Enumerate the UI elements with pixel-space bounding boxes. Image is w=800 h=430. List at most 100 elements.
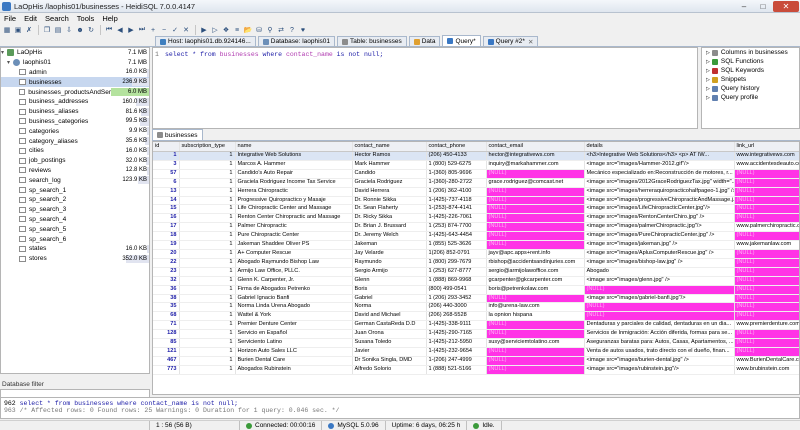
cell-details[interactable]: <image src="images/burien-dental.jpg" /> (584, 356, 735, 366)
column-header-id[interactable]: id (153, 142, 180, 152)
cell-contact-phone[interactable]: (800) 499-0541 (426, 285, 487, 295)
cell-contact-name[interactable]: Dr. Jeremy Welch (352, 231, 427, 242)
cell-details[interactable]: <image src="images/AplusComputerRescue.j… (584, 249, 735, 259)
cell-name[interactable]: Palmer Chiropractic (235, 222, 353, 233)
cell-contact-email[interactable]: grace.rodriguez@comcast.net (486, 178, 585, 188)
refresh-icon[interactable]: ↻ (86, 25, 96, 35)
cell-name[interactable]: Abogados Rubinstein (235, 365, 353, 375)
export-icon[interactable]: ⇩ (64, 25, 74, 35)
run-query-icon[interactable]: ▶ (199, 25, 209, 35)
database-tree[interactable]: ▾ LaOpHis 7.1 MB ▾ laophis01 7.1 MB admi… (0, 47, 150, 374)
close-tab-icon[interactable]: ✕ (528, 38, 533, 46)
cell-id[interactable]: 32 (153, 276, 180, 286)
explain-icon[interactable]: ❖ (221, 25, 231, 35)
cell-contact-phone[interactable]: 1-(425)-226-7061 (426, 213, 487, 224)
tab-query[interactable]: Query* (442, 35, 481, 46)
cell-contact-email[interactable]: (NULL) (486, 356, 585, 366)
cell-subscription-type[interactable]: 1 (179, 222, 236, 233)
cell-contact-phone[interactable]: 1-(206) 247-4999 (426, 356, 487, 366)
cell-contact-phone[interactable]: 1-(425)-338-9111 (426, 320, 487, 331)
table-row[interactable]: 57 1 Candido's Auto Repair Candido 1-(360) 8… (153, 169, 799, 179)
cell-subscription-type[interactable]: 1 (179, 267, 236, 277)
post-icon[interactable]: ✓ (170, 25, 180, 35)
table-row[interactable]: 71 1 Premier Denture Center German CastaRed… (153, 320, 799, 331)
cell-name[interactable]: Integrative Web Solutions (235, 151, 353, 161)
cell-details[interactable]: <image src="images/Hammer-2012.gif"/> (584, 160, 735, 170)
tree-table-8[interactable]: cities 16.0 KB (1, 146, 149, 156)
cell-contact-email[interactable]: gcarpenter@gkcarpenter.com (486, 276, 585, 286)
cell-contact-email[interactable]: info@urena-law.com (486, 302, 585, 313)
cell-contact-name[interactable]: Alfredo Solorio (352, 365, 427, 375)
cell-contact-name[interactable]: Candido (352, 169, 427, 179)
last-icon[interactable]: ⏭ (137, 25, 147, 35)
cell-id[interactable]: 68 (153, 311, 180, 322)
cell-link-url[interactable]: (NULL) (734, 258, 799, 268)
table-row[interactable]: 36 1 Firma de Abogados Petrenko Boris (800) … (153, 285, 799, 295)
tree-table-11[interactable]: search_log 123.9 KB (1, 175, 149, 185)
table-row[interactable]: 16 1 Renton Center Chiropractic and Massag… (153, 213, 799, 224)
expand-icon[interactable]: ▷ (706, 50, 710, 56)
cell-name[interactable]: Firma de Abogados Petrenko (235, 285, 353, 295)
cell-subscription-type[interactable]: 1 (179, 178, 236, 188)
cell-contact-name[interactable]: Sergio Armijo (352, 267, 427, 277)
expand-icon[interactable]: ▷ (706, 59, 710, 65)
cell-name[interactable]: Gabriel Ignacio Banfi (235, 294, 353, 304)
cell-name[interactable]: Candido's Auto Repair (235, 169, 353, 179)
cell-id[interactable]: 71 (153, 320, 180, 331)
cell-contact-phone[interactable]: 1-(425)-643-4454 (426, 231, 487, 242)
delete-row-icon[interactable]: − (159, 25, 169, 35)
table-row[interactable]: 3 1 Marcos A. Hammer Mark Hammer 1 (800) 529… (153, 160, 799, 170)
tree-table-1[interactable]: businesses 236.9 KB (1, 77, 149, 88)
expand-icon[interactable]: ▷ (706, 95, 710, 101)
cell-contact-email[interactable]: sergio@armijolawoffice.com (486, 267, 585, 277)
cell-contact-name[interactable]: Dr. Ronnie Sikka (352, 196, 427, 206)
cell-link-url[interactable]: www.premierdenture.com (734, 320, 799, 331)
find-icon[interactable]: ⚲ (265, 25, 275, 35)
cell-id[interactable]: 773 (153, 365, 180, 375)
tree-table-2[interactable]: businesses_productsAndSer... 6.0 MB (1, 87, 149, 97)
column-header-contact-name[interactable]: contact_name (352, 142, 427, 152)
cell-contact-phone[interactable]: 1 (800) 299-7679 (426, 258, 487, 268)
close-button[interactable]: ✕ (773, 0, 799, 12)
column-header-name[interactable]: name (235, 142, 353, 152)
cell-details[interactable]: Servicios de Inmigración: Acción diferid… (584, 329, 735, 340)
tab-table[interactable]: Table: businesses (337, 36, 407, 46)
cell-contact-name[interactable]: Dr. Sean Flaherty (352, 204, 427, 215)
cell-details[interactable]: <image src="images/rubinstein.jpg"/> (584, 365, 735, 375)
cell-name[interactable]: Wattel & York (235, 311, 353, 322)
cell-id[interactable]: 18 (153, 231, 180, 242)
table-row[interactable]: 773 1 Abogados Rubinstein Alfredo Solorio 1 … (153, 365, 799, 375)
cell-details[interactable]: <image src="images/palmerChiropractic.jp… (584, 222, 735, 233)
tree-table-19[interactable]: stores 352.0 KB (1, 254, 149, 264)
maximize-button[interactable]: □ (754, 1, 772, 12)
cell-id[interactable]: 467 (153, 356, 180, 366)
cell-subscription-type[interactable]: 1 (179, 196, 236, 206)
cell-subscription-type[interactable]: 1 (179, 302, 236, 313)
cell-id[interactable]: 35 (153, 302, 180, 313)
cell-link-url[interactable]: (NULL) (734, 267, 799, 277)
cell-contact-email[interactable]: jayv@apc.apps+rent.info (486, 249, 585, 259)
cell-details[interactable]: (NULL) (584, 302, 735, 313)
cell-details[interactable]: Aseguranzas baratas para: Autos, Casas, … (584, 338, 735, 348)
menu-file[interactable]: File (0, 14, 20, 23)
cell-contact-email[interactable]: (NULL) (486, 169, 585, 179)
cell-subscription-type[interactable]: 1 (179, 294, 236, 304)
table-row[interactable]: 128 1 Servicio en Español Juan Orona 1-(425)… (153, 329, 799, 340)
disconnect-icon[interactable]: ✗ (24, 25, 34, 35)
cell-contact-phone[interactable]: 1-(253)-874-4141 (426, 204, 487, 215)
cell-link-url[interactable]: (NULL) (734, 294, 799, 304)
cell-name[interactable]: Graciela Rodriguez Income Tax Service (235, 178, 353, 188)
cell-contact-email[interactable]: (NULL) (486, 187, 585, 197)
cell-id[interactable]: 23 (153, 267, 180, 277)
cell-link-url[interactable]: www.brubinstein.com (734, 365, 799, 375)
tree-table-15[interactable]: sp_search_4 (1, 215, 149, 225)
cell-details[interactable]: Venta de autos usados, trato directo con… (584, 347, 735, 357)
tree-table-0[interactable]: admin 16.0 KB (1, 68, 149, 78)
cell-name[interactable]: Renton Center Chiropractic and Massage (235, 213, 353, 224)
cell-link-url[interactable]: www.integrativews.com (734, 151, 799, 161)
cell-link-url[interactable]: (NULL) (734, 169, 799, 179)
query-helpers-panel[interactable]: ▷ Columns in businesses ▷ SQL Functions ▷ SQL… (701, 47, 800, 129)
tree-table-6[interactable]: categories 9.9 KB (1, 126, 149, 136)
column-header-link-url[interactable]: link_url (734, 142, 799, 152)
cell-id[interactable]: 85 (153, 338, 180, 348)
